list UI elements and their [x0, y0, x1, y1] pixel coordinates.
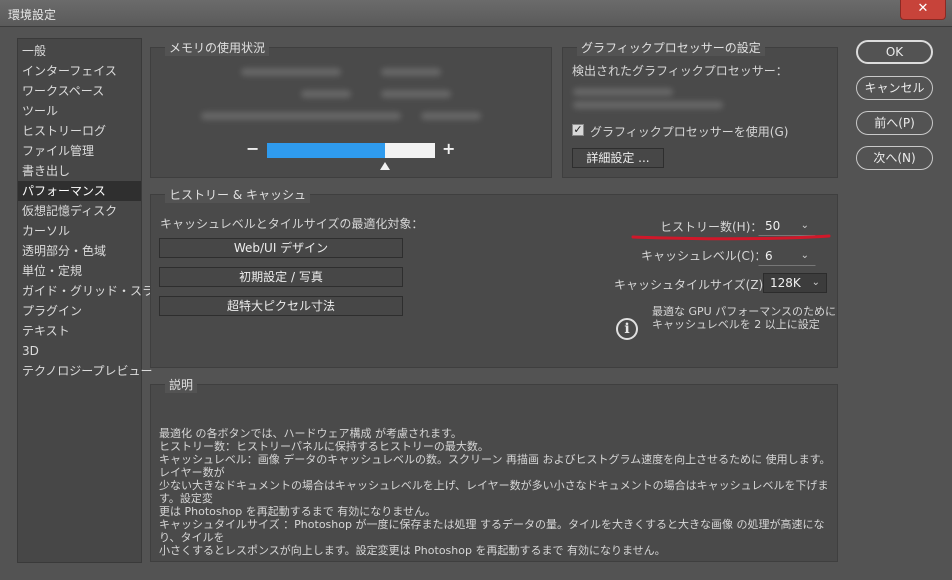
nav-item[interactable]: 一般: [18, 41, 141, 61]
nav-item[interactable]: テキスト: [18, 321, 141, 341]
nav-item[interactable]: ファイル管理: [18, 141, 141, 161]
history-cache-title: ヒストリー & キャッシュ: [165, 186, 310, 203]
ok-button[interactable]: OK: [856, 40, 933, 64]
nav-item[interactable]: 書き出し: [18, 161, 141, 181]
cancel-button[interactable]: キャンセル: [856, 76, 933, 100]
description-text: 最適化 の各ボタンでは、ハードウェア構成 が考慮されます。 ヒストリー数：ヒストリ…: [159, 427, 835, 557]
gpu-tip-line2: キャッシュレベルを 2 以上に設定: [652, 318, 820, 331]
blurred-text: [201, 112, 401, 120]
blurred-text: [241, 68, 341, 76]
description-line: キャッシュタイルサイズ ：Photoshop が一度に保存または処理 するデータ…: [159, 518, 825, 544]
use-gpu-checkbox[interactable]: ✓: [572, 124, 584, 136]
preset-huge-pixel-button[interactable]: 超特大ピクセル寸法: [159, 296, 403, 316]
nav-item[interactable]: 単位・定規: [18, 261, 141, 281]
nav-item[interactable]: 仮想記憶ディスク: [18, 201, 141, 221]
info-icon: i: [616, 318, 638, 340]
nav-item[interactable]: ヒストリーログ: [18, 121, 141, 141]
memory-usage-title: メモリの使用状況: [165, 39, 270, 56]
history-cache-group: ヒストリー & キャッシュ キャッシュレベルとタイルサイズの最適化対象： Web…: [150, 186, 838, 368]
tile-size-label: キャッシュタイルサイズ(Z)：: [614, 278, 776, 292]
nav-item[interactable]: カーソル: [18, 221, 141, 241]
blurred-text: [381, 90, 451, 98]
optimize-label: キャッシュレベルとタイルサイズの最適化対象：: [160, 217, 424, 231]
description-line: 更は Photoshop を再起動するまで 有効になりません。: [159, 505, 436, 518]
gpu-settings-group: グラフィックプロセッサーの設定 検出されたグラフィックプロセッサー： ✓ グラフ…: [562, 39, 838, 178]
memory-slider-fill: [267, 143, 385, 158]
blurred-text: [573, 88, 673, 96]
window-title: 環境設定: [8, 8, 57, 22]
prev-button[interactable]: 前へ(P): [856, 111, 933, 135]
nav-item[interactable]: プラグイン: [18, 301, 141, 321]
nav-item[interactable]: ツール: [18, 101, 141, 121]
nav-item[interactable]: 透明部分・色域: [18, 241, 141, 261]
nav-item[interactable]: 3D: [18, 341, 141, 361]
description-line: 少ない大きなドキュメントの場合はキャッシュレベルを上げ、レイヤー数が多い小さなド…: [159, 479, 829, 505]
preferences-dialog: 一般 インターフェイス ワークスペース ツール ヒストリーログ ファイル管理 書き出し パフォ…: [5, 27, 946, 574]
blurred-text: [301, 90, 351, 98]
nav-item[interactable]: パフォーマンス: [18, 181, 141, 201]
description-line: キャッシュレベル：画像 データのキャッシュレベルの数。スクリーン 再描画 および…: [159, 453, 831, 479]
description-title: 説明: [165, 376, 198, 393]
tile-size-value: 128K: [770, 276, 801, 290]
memory-usage-group: メモリの使用状況 − +: [150, 39, 552, 178]
close-icon[interactable]: ✕: [900, 0, 946, 20]
preset-default-photo-button[interactable]: 初期設定 / 写真: [159, 267, 403, 287]
blurred-text: [381, 68, 441, 76]
red-annotation-underline: [631, 234, 831, 241]
memory-slider-thumb[interactable]: [379, 162, 390, 170]
use-gpu-label: グラフィックプロセッサーを使用(G): [590, 125, 789, 139]
preferences-nav-list: 一般 インターフェイス ワークスペース ツール ヒストリーログ ファイル管理 書き出し パフォ…: [17, 38, 178, 563]
description-line: 最適化 の各ボタンでは、ハードウェア構成 が考慮されます。: [159, 427, 462, 440]
preset-web-ui-button[interactable]: Web/UI デザイン: [159, 238, 403, 258]
nav-item[interactable]: ガイド・グリッド・スライス: [18, 281, 178, 301]
nav-item[interactable]: テクノロジープレビュー: [18, 361, 153, 381]
blurred-text: [573, 101, 723, 109]
cache-levels-label: キャッシュレベル(C)：: [641, 249, 767, 263]
chevron-down-icon: ⌄: [800, 250, 809, 261]
cache-levels-field[interactable]: 6 ⌄: [758, 246, 816, 266]
tile-size-select[interactable]: 128K ⌄: [763, 273, 827, 293]
nav-item[interactable]: ワークスペース: [18, 81, 141, 101]
description-line: 小さくするとレスポンスが向上します。設定変更は Photoshop を再起動する…: [159, 544, 666, 557]
next-button[interactable]: 次へ(N): [856, 146, 933, 170]
chevron-down-icon: ⌄: [811, 277, 820, 288]
description-line: ヒストリー数：ヒストリーパネルに保持するヒストリーの最大数。: [159, 440, 489, 453]
memory-usage-slider[interactable]: [267, 143, 435, 158]
title-bar: 環境設定 ✕: [0, 0, 952, 27]
memory-decrease-icon[interactable]: −: [246, 139, 259, 158]
detected-gpu-label: 検出されたグラフィックプロセッサー：: [572, 64, 788, 78]
memory-increase-icon[interactable]: +: [442, 139, 455, 158]
nav-item[interactable]: インターフェイス: [18, 61, 141, 81]
gpu-settings-title: グラフィックプロセッサーの設定: [577, 39, 765, 56]
cache-levels-value: 6: [765, 249, 773, 263]
blurred-text: [421, 112, 481, 120]
advanced-settings-button[interactable]: 詳細設定 ...: [572, 148, 664, 168]
